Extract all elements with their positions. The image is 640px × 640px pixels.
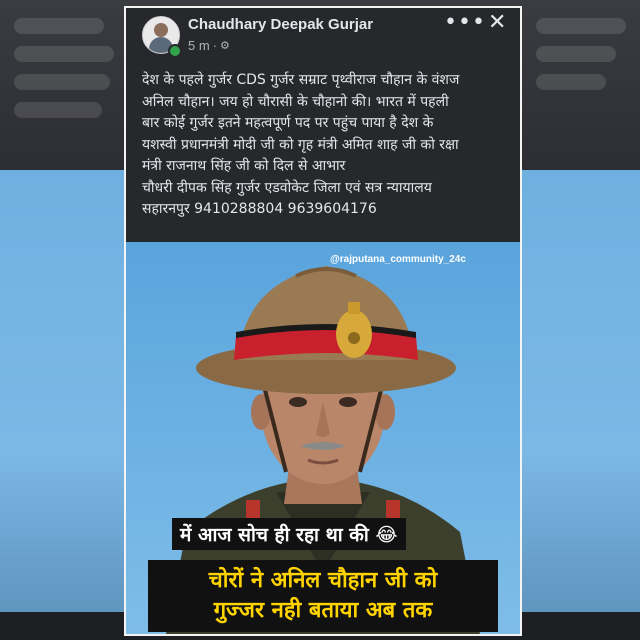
- caption-line2: चोरों ने अनिल चौहान जी को: [208, 568, 438, 593]
- gear-icon[interactable]: ⚙: [220, 39, 230, 52]
- facebook-post-card: Chaudhary Deepak Gurjar 5 m · ⚙ ••• ✕ दे…: [124, 6, 522, 636]
- blur-line: [14, 18, 104, 34]
- caption-box2: चोरों ने अनिल चौहान जी को गुज्जर नही बता…: [148, 560, 498, 632]
- online-status-dot: [168, 44, 182, 58]
- post-header: Chaudhary Deepak Gurjar 5 m · ⚙ ••• ✕: [126, 8, 520, 68]
- post-time[interactable]: 5 m: [188, 38, 210, 53]
- meta-separator: ·: [212, 38, 218, 53]
- post-text-line: देश के पहले गुर्जर CDS गुर्जर सम्राट पृथ…: [142, 72, 460, 88]
- avatar-head: [154, 23, 168, 37]
- post-meta: 5 m · ⚙: [188, 38, 230, 53]
- post-text-line: मंत्री राजनाथ सिंह जी को दिल से आभार: [142, 158, 346, 174]
- post-text-line: सहारनपुर 9410288804 9639604176: [142, 201, 377, 217]
- watermark: @rajputana_community_24c: [330, 254, 466, 265]
- more-options-icon[interactable]: •••: [444, 10, 486, 35]
- post-text-line: चौधरी दीपक सिंह गुर्जर एडवोकेट जिला एवं …: [142, 179, 432, 196]
- caption-line1: में आज सोच ही रहा था की 😂: [172, 518, 406, 550]
- post-text-line: बार कोई गुर्जर इतने महत्वपूर्ण पद पर पहु…: [142, 115, 434, 131]
- author-name[interactable]: Chaudhary Deepak Gurjar: [188, 16, 373, 33]
- blur-line: [14, 46, 114, 62]
- blur-line: [536, 18, 626, 34]
- close-icon[interactable]: ✕: [488, 10, 506, 35]
- caption-line3: गुज्जर नही बताया अब तक: [213, 598, 433, 623]
- post-text-line: अनिल चौहान। जय हो चौरासी के चौहानो की। भ…: [142, 93, 449, 110]
- post-text: देश के पहले गुर्जर CDS गुर्जर सम्राट पृथ…: [142, 70, 512, 221]
- post-text-line: यशस्वी प्रधानमंत्री मोदी जी को गृह मंत्र…: [142, 136, 459, 153]
- blur-line: [14, 74, 110, 90]
- blur-line: [536, 74, 606, 90]
- blur-line: [536, 46, 616, 62]
- post-image[interactable]: @rajputana_community_24c में आज सोच ही र…: [126, 242, 520, 634]
- blur-line: [14, 102, 102, 118]
